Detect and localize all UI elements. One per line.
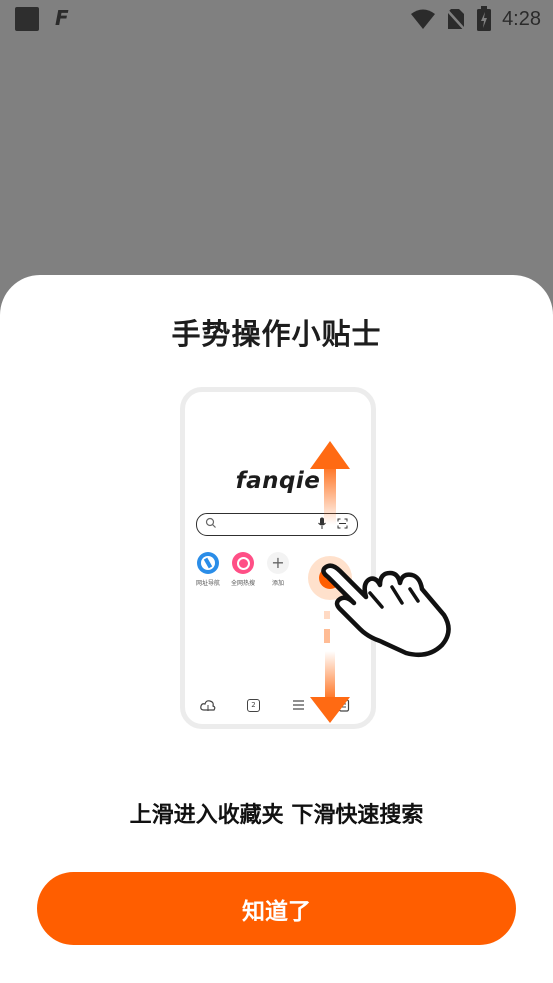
fanqie-f-icon: F — [55, 6, 69, 30]
status-bar: F 4:28 — [0, 0, 553, 38]
sheet-title: 手势操作小贴士 — [171, 317, 382, 351]
swipe-up-arrow — [310, 441, 350, 525]
app-square-icon — [15, 7, 39, 31]
pointing-hand-icon — [321, 563, 451, 657]
battery-charging-icon — [477, 6, 492, 31]
got-it-button[interactable]: 知道了 — [37, 872, 516, 945]
wifi-icon — [411, 9, 436, 29]
status-icons: 4:28 — [410, 5, 541, 33]
clock: 4:28 — [502, 7, 541, 30]
gesture-tips-sheet: 手势操作小贴士 fanqie 网址导航 全网热搜 + 添加 2 上滑进入收藏夹 … — [0, 275, 553, 983]
no-sim-icon — [446, 9, 466, 31]
gesture-hint-text: 上滑进入收藏夹 下滑快速搜索 — [129, 803, 424, 828]
gesture-illustration: fanqie 网址导航 全网热搜 + 添加 2 — [160, 375, 460, 755]
